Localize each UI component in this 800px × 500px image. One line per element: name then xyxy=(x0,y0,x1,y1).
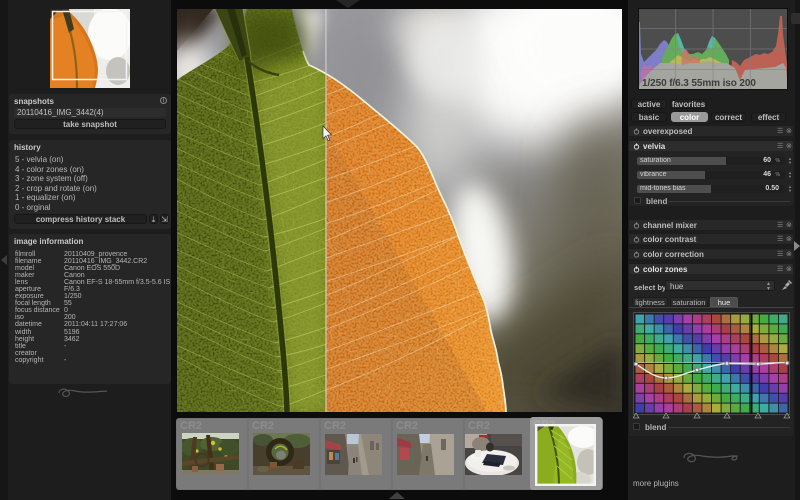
svg-text:1/250 f/6.3 55mm iso 200: 1/250 f/6.3 55mm iso 200 xyxy=(642,78,756,89)
